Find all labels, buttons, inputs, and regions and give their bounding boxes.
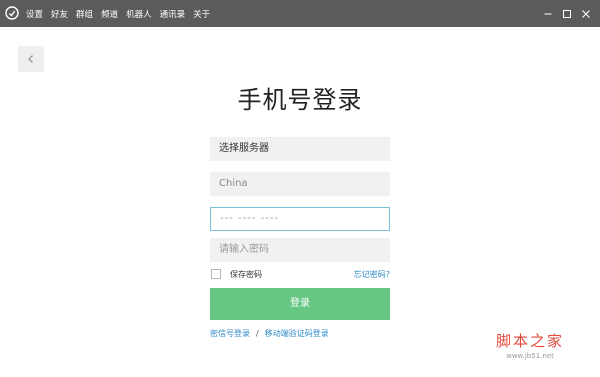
back-button[interactable]	[18, 46, 44, 72]
page-title: 手机号登录	[237, 86, 363, 114]
menu-item-friends[interactable]: 好友	[51, 8, 68, 20]
menu-item-contacts[interactable]: 通讯录	[160, 8, 186, 20]
maximize-button[interactable]	[559, 6, 575, 22]
menu-item-channels[interactable]: 频道	[101, 8, 118, 20]
remember-password-label: 保存密码	[230, 270, 262, 279]
login-button[interactable]: 登录	[210, 288, 390, 320]
close-button[interactable]	[578, 6, 594, 22]
phone-input[interactable]: --- ---- ----	[210, 207, 390, 231]
close-icon	[582, 9, 590, 18]
menu-item-groups[interactable]: 群组	[76, 8, 93, 20]
maximize-icon	[563, 9, 571, 18]
chevron-left-icon	[28, 55, 33, 63]
forgot-password-link[interactable]: 忘记密码?	[354, 268, 390, 281]
window-controls	[537, 0, 594, 27]
remember-password-checkbox[interactable]	[211, 269, 221, 279]
remember-row: 保存密码 忘记密码?	[210, 268, 390, 282]
password-input[interactable]: 请输入密码	[210, 238, 390, 262]
menu-item-about[interactable]: 关于	[193, 8, 210, 20]
mobile-code-login-link[interactable]: 移动端验证码登录	[265, 329, 329, 338]
menu-item-bots[interactable]: 机器人	[126, 8, 152, 20]
alt-login-links: 密信号登录 / 移动端验证码登录	[210, 328, 329, 339]
menu-bar: 设置 好友 群组 频道 机器人 通讯录 关于	[26, 0, 218, 27]
server-select[interactable]: 选择服务器	[210, 137, 390, 161]
minimize-icon	[544, 13, 552, 14]
watermark: 脚本之家 www.jb51.net	[480, 330, 580, 360]
title-bar: 设置 好友 群组 频道 机器人 通讯录 关于	[0, 0, 600, 27]
sms-login-link[interactable]: 密信号登录	[210, 329, 250, 338]
minimize-button[interactable]	[540, 6, 556, 22]
watermark-title: 脚本之家	[495, 332, 564, 350]
country-select[interactable]: China	[210, 172, 390, 196]
watermark-url: www.jb51.net	[506, 352, 554, 360]
menu-item-settings[interactable]: 设置	[26, 8, 43, 20]
app-logo-icon	[5, 6, 19, 20]
link-separator: /	[256, 329, 259, 338]
